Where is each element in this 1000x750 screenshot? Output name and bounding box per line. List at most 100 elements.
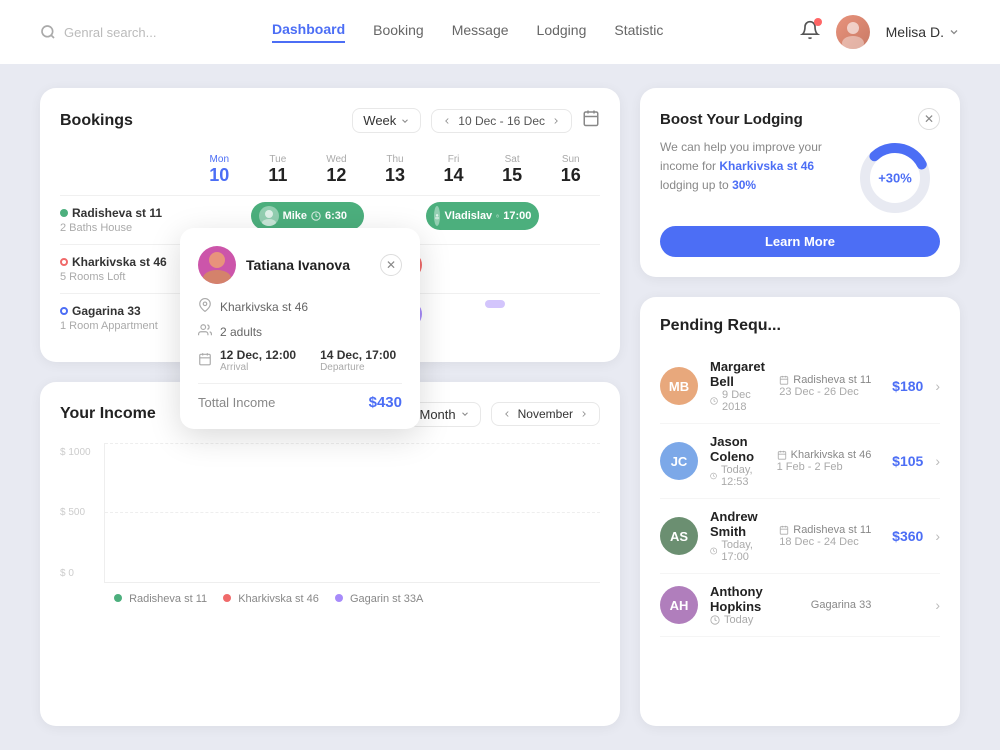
mike-name: Mike — [283, 210, 307, 222]
popup-property-row: Kharkivska st 46 — [198, 298, 402, 315]
req-arrow-1[interactable]: › — [935, 378, 940, 394]
dot-blue-3 — [60, 307, 68, 315]
legend-dot-green — [114, 594, 122, 602]
popup-header: Tatiana Ivanova ✕ — [198, 246, 402, 284]
cal-cell-r2-fri — [424, 244, 483, 293]
day-num-mon: 10 — [192, 165, 247, 187]
request-row-1: MB Margaret Bell 9 Dec 2018 Radisheva st… — [660, 349, 940, 424]
y-label-1000: $ 1000 — [60, 447, 91, 458]
legend-gagarina: Gagarin st 33A — [335, 593, 423, 605]
week-select[interactable]: Week — [352, 108, 421, 133]
popup-total-label: Tottal Income — [198, 395, 275, 410]
boost-link[interactable]: Kharkivska st 46 — [719, 159, 814, 173]
req-arrow-4[interactable]: › — [935, 597, 940, 613]
req-prop-3: Radisheva st 11 — [779, 524, 871, 536]
req-prop-info-1: Radisheva st 11 23 Dec - 26 Dec — [779, 374, 871, 398]
mike-avatar — [259, 206, 279, 226]
popup-card: Tatiana Ivanova ✕ Kharkivska st 46 — [180, 228, 420, 429]
request-row-4: AH Anthony Hopkins Today Gagarina 33 › — [660, 574, 940, 637]
popup-close[interactable]: ✕ — [380, 254, 402, 276]
req-name-2: Jason Coleno — [710, 434, 765, 464]
search-icon — [40, 24, 56, 40]
req-date-3: Today, 17:00 — [710, 539, 767, 563]
calendar-icon[interactable] — [582, 109, 600, 132]
boost-title: Boost Your Lodging — [660, 111, 803, 128]
request-row-2: JC Jason Coleno Today, 12:53 Kharkivska … — [660, 424, 940, 499]
vladislav-name-1: Vladislav — [444, 210, 492, 222]
month-nav[interactable]: November — [491, 402, 600, 426]
day-label-wed: Wed — [326, 154, 346, 165]
day-label-thu: Thu — [386, 154, 403, 165]
dot-red-2 — [60, 258, 68, 266]
avatar[interactable] — [836, 15, 870, 49]
req-prop-2: Kharkivska st 46 — [777, 449, 872, 461]
day-label-mon: Mon — [210, 154, 229, 165]
nav-statistic[interactable]: Statistic — [614, 22, 663, 42]
popup-property: Kharkivska st 46 — [220, 300, 308, 314]
user-name[interactable]: Melisa D. — [886, 24, 960, 40]
calendar-dates-icon — [198, 352, 212, 369]
popup-divider — [198, 383, 402, 384]
nav-lodging[interactable]: Lodging — [537, 22, 587, 42]
cal-header-sat: Sat 15 — [483, 149, 542, 195]
bookings-controls: Week 10 Dec - 16 Dec — [352, 108, 600, 133]
nav-dashboard[interactable]: Dashboard — [272, 21, 345, 43]
cal-header-fri: Fri 14 — [424, 149, 483, 195]
learn-more-button[interactable]: Learn More — [660, 226, 940, 257]
req-dates-2: 1 Feb - 2 Feb — [777, 461, 872, 473]
req-avatar-1: MB — [660, 367, 698, 405]
navbar: Genral search... Dashboard Booking Messa… — [0, 0, 1000, 64]
pending-card: Pending Requ... MB Margaret Bell 9 Dec 2… — [640, 297, 960, 726]
day-num-sat: 15 — [485, 165, 540, 187]
chart-container: $ 1000 $ 500 $ 0 — [60, 443, 600, 605]
bookings-card: Bookings Week 10 Dec - 16 Dec — [40, 88, 620, 362]
income-card: Your Income Month November — [40, 382, 620, 726]
left-column: Bookings Week 10 Dec - 16 Dec — [40, 88, 620, 726]
boost-close-button[interactable]: ✕ — [918, 108, 940, 130]
notification-bell[interactable] — [800, 20, 820, 45]
bookings-header: Bookings Week 10 Dec - 16 Dec — [60, 108, 600, 133]
day-num-sun: 16 — [543, 165, 598, 187]
popup-total-amount: $430 — [369, 394, 402, 411]
bookings-title: Bookings — [60, 112, 133, 130]
req-prop-1: Radisheva st 11 — [779, 374, 871, 386]
req-info-1: Margaret Bell 9 Dec 2018 — [710, 359, 767, 413]
boost-header: Boost Your Lodging ✕ — [660, 108, 940, 130]
req-arrow-3[interactable]: › — [935, 528, 940, 544]
cal-header-wed: Wed 12 — [307, 149, 366, 195]
chart-legend: Radisheva st 11 Kharkivska st 46 Gagarin… — [104, 593, 600, 605]
req-arrow-2[interactable]: › — [935, 453, 940, 469]
right-column: Boost Your Lodging ✕ We can help you imp… — [640, 88, 960, 726]
req-avatar-3: AS — [660, 517, 698, 555]
popup-arrival-label: Arrival — [220, 362, 296, 373]
cal-cell-r3-sun — [541, 293, 600, 342]
popup-user: Tatiana Ivanova — [198, 246, 350, 284]
cal-cell-r3-fri — [424, 293, 483, 342]
boost-chart: +30% — [850, 138, 940, 218]
cal-header-sun: Sun 16 — [541, 149, 600, 195]
legend-radisheva: Radisheva st 11 — [114, 593, 207, 605]
day-label-tue: Tue — [269, 154, 286, 165]
req-name-4: Anthony Hopkins — [710, 584, 799, 614]
dot-green-1 — [60, 209, 68, 217]
notification-dot — [814, 18, 822, 26]
req-name-3: Andrew Smith — [710, 509, 767, 539]
req-info-3: Andrew Smith Today, 17:00 — [710, 509, 767, 563]
prop-label-1: Radisheva st 11 2 Baths House — [60, 195, 190, 244]
prop-label-2: Kharkivska st 46 5 Rooms Loft — [60, 244, 190, 293]
nav-booking[interactable]: Booking — [373, 22, 424, 42]
legend-dot-purple — [335, 594, 343, 602]
cal-event-vladislav-1[interactable]: Vladislav 17:00 — [424, 195, 541, 244]
nav-message[interactable]: Message — [452, 22, 509, 42]
prop-label-3: Gagarina 33 1 Room Appartment — [60, 293, 190, 342]
search-placeholder[interactable]: Genral search... — [64, 25, 157, 40]
req-dates-3: 18 Dec - 24 Dec — [779, 536, 871, 548]
booking-popup: Tatiana Ivanova ✕ Kharkivska st 46 — [180, 228, 420, 429]
date-nav[interactable]: 10 Dec - 16 Dec — [431, 109, 572, 133]
chart-area — [104, 443, 600, 583]
bars-container — [115, 443, 590, 582]
req-info-2: Jason Coleno Today, 12:53 — [710, 434, 765, 488]
vladislav-time-1: 17:00 — [503, 210, 531, 222]
legend-dot-pink — [223, 594, 231, 602]
day-num-wed: 12 — [309, 165, 364, 187]
